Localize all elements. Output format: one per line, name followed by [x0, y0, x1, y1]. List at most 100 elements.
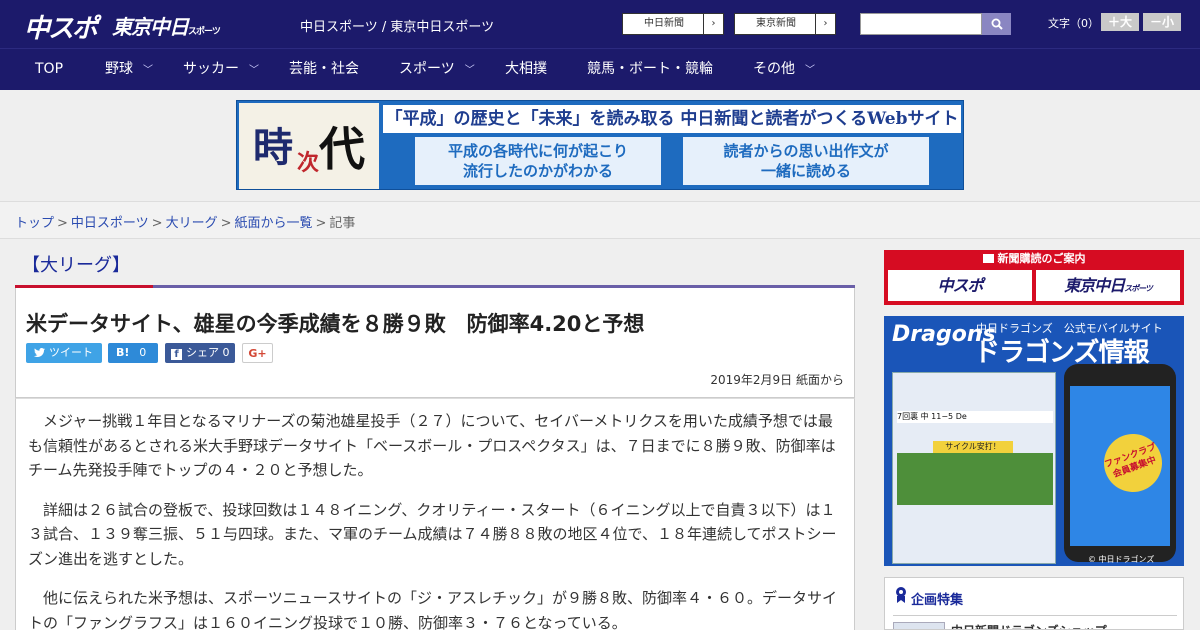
- article-title: 米データサイト、雄星の今季成績を８勝９敗 防御率4.20と予想: [26, 312, 645, 336]
- chunichi-shimbun-link[interactable]: 中日新聞 ›: [622, 13, 724, 35]
- hatena-count: 0: [139, 346, 147, 359]
- breadcrumb-bar: トップ > 中日スポーツ > 大リーグ > 紙面から一覧 > 記事: [0, 201, 1200, 239]
- facebook-icon: f: [171, 349, 182, 360]
- site-title: 中日スポーツ / 東京中日スポーツ: [300, 20, 495, 35]
- article-paragraph: メジャー挑戦１年目となるマリナーズの菊池雄星投手（２７）について、セイバーメトリ…: [28, 412, 836, 479]
- baseball-field-image: [897, 453, 1053, 505]
- nav-item-soccer[interactable]: サッカー ﹀: [183, 49, 259, 90]
- dragons-ad-score: 7回裏 中 11−5 De: [897, 411, 1053, 423]
- subscription-box: 新聞購読のご案内 中スポ 東京中日スポーツ: [884, 250, 1184, 305]
- site-header: 中スポ 東京中日スポーツ 中日スポーツ / 東京中日スポーツ 中日新聞 › 東京…: [0, 0, 1200, 48]
- tokyo-shimbun-label: 東京新聞: [756, 18, 796, 29]
- category-heading: 【大リーグ】: [22, 255, 130, 276]
- article-header: 米データサイト、雄星の今季成績を８勝９敗 防御率4.20と予想 ツイート B! …: [15, 288, 855, 398]
- breadcrumb-link-chunichi-sports[interactable]: 中日スポーツ: [71, 216, 149, 231]
- nav-item-label: サッカー: [183, 61, 239, 77]
- chunichi-shimbun-label: 中日新聞: [644, 18, 684, 29]
- subscribe-tokyo-chunichi-text: 東京中日: [1064, 276, 1125, 295]
- breadcrumb-separator: >: [151, 216, 163, 231]
- chuspo-logo[interactable]: 中スポ: [24, 8, 98, 45]
- dragons-ad-cycle: サイクル安打！: [933, 441, 1013, 453]
- chevron-right-icon: ›: [815, 14, 835, 34]
- breadcrumb-separator: >: [315, 216, 327, 231]
- subscribe-chuspo-button[interactable]: 中スポ: [888, 270, 1032, 301]
- nav-item-label: スポーツ: [399, 61, 455, 77]
- tokyo-chunichi-logo[interactable]: 東京中日スポーツ: [112, 11, 221, 40]
- nav-item-label: 大相撲: [505, 61, 547, 77]
- font-size-down-button[interactable]: －小: [1143, 13, 1181, 31]
- newspaper-icon: [982, 254, 994, 263]
- breadcrumb-current: 記事: [329, 216, 356, 231]
- chevron-down-icon: ﹀: [143, 65, 153, 76]
- facebook-share-label: シェア: [186, 346, 219, 359]
- article-paragraph: 詳細は２６試合の登板で、投球回数は１４８イニング、クオリティー・スタート（６イニ…: [28, 500, 837, 568]
- nav-item-sumo[interactable]: 大相撲: [505, 49, 547, 90]
- tokyo-chunichi-logo-text: 東京中日: [112, 15, 189, 39]
- jidai-logo: 時 次 代: [239, 103, 379, 189]
- search-icon: [991, 18, 1003, 30]
- subscribe-tokyo-chunichi-small: スポーツ: [1124, 284, 1153, 293]
- main-nav: TOP 野球 ﹀ サッカー ﹀ 芸能・社会 スポーツ ﹀ 大相撲 競馬・ボート・競輪 …: [0, 48, 1200, 90]
- nav-item-label: 競馬・ボート・競輪: [587, 61, 713, 77]
- jidai-logo-char: 時: [253, 124, 293, 171]
- banner-headline: 「平成」の歴史と「未来」を読み取る 中日新聞と読者がつくるWebサイト: [383, 105, 961, 133]
- dragons-ad-screen: 7回裏 中 11−5 De サイクル安打！: [892, 372, 1056, 564]
- breadcrumb-separator: >: [57, 216, 68, 231]
- feature-title: 企画特集: [911, 593, 964, 608]
- chevron-down-icon: ﹀: [805, 65, 815, 76]
- search-button[interactable]: [982, 13, 1011, 35]
- chevron-down-icon: ﹀: [464, 65, 475, 76]
- article-body: メジャー挑戦１年目となるマリナーズの菊池雄星投手（２７）について、セイバーメトリ…: [15, 398, 855, 630]
- jidai-logo-char: 代: [319, 122, 365, 176]
- breadcrumb-link-paper-list[interactable]: 紙面から一覧: [235, 216, 313, 231]
- feature-item-link[interactable]: 中日新聞ドラゴンズショップ: [951, 622, 1107, 629]
- subscription-heading-text: 新聞購読のご案内: [997, 252, 1086, 265]
- nav-item-label: その他: [753, 61, 795, 77]
- breadcrumb-link-top[interactable]: トップ: [15, 216, 54, 231]
- twitter-share-button[interactable]: ツイート: [26, 343, 102, 363]
- nav-item-label: TOP: [35, 61, 64, 77]
- subscribe-tokyo-chunichi-button[interactable]: 東京中日スポーツ: [1036, 270, 1180, 301]
- nav-item-other[interactable]: その他 ﹀: [753, 49, 815, 90]
- font-size-up-button[interactable]: ＋大: [1101, 13, 1139, 31]
- nav-item-top[interactable]: TOP: [35, 49, 63, 90]
- divider: [893, 615, 1177, 616]
- breadcrumb-separator: >: [220, 216, 232, 231]
- nav-item-racing[interactable]: 競馬・ボート・競輪: [587, 49, 713, 90]
- banner-box-line: 平成の各時代に何が起こり: [447, 142, 628, 160]
- banner-box-line: 流行したのかがわかる: [462, 162, 613, 180]
- subscription-heading: 新聞購読のご案内: [884, 250, 1184, 268]
- feature-box: 企画特集 中日新聞ドラゴンズショップ: [884, 577, 1184, 630]
- jidai-banner-ad[interactable]: 時 次 代 「平成」の歴史と「未来」を読み取る 中日新聞と読者がつくるWebサイ…: [236, 100, 964, 190]
- ribbon-icon: [895, 586, 907, 604]
- smartphone-image: ファンクラブ 会員募集中: [1064, 364, 1176, 562]
- breadcrumb: トップ > 中日スポーツ > 大リーグ > 紙面から一覧 > 記事: [15, 212, 355, 231]
- twitter-share-label: ツイート: [49, 346, 93, 359]
- nav-item-sports[interactable]: スポーツ ﹀: [399, 49, 475, 90]
- banner-box-left: 平成の各時代に何が起こり 流行したのかがわかる: [415, 137, 661, 185]
- banner-box-right: 読者からの思い出作文が 一緒に読める: [683, 137, 929, 185]
- facebook-share-button[interactable]: f シェア 0: [165, 343, 235, 363]
- nav-item-entertainment[interactable]: 芸能・社会: [289, 49, 359, 90]
- google-plus-button[interactable]: G+: [242, 343, 273, 363]
- hatena-label: B!: [116, 346, 130, 359]
- chevron-down-icon: ﹀: [249, 65, 259, 76]
- dragons-copyright: © 中日ドラゴンズ: [1088, 555, 1155, 564]
- tokyo-shimbun-link[interactable]: 東京新聞 ›: [734, 13, 836, 35]
- facebook-count: 0: [222, 346, 230, 359]
- chevron-right-icon: ›: [703, 14, 723, 34]
- breadcrumb-link-mlb[interactable]: 大リーグ: [166, 216, 218, 231]
- banner-box-line: 読者からの思い出作文が: [723, 142, 889, 160]
- search-input[interactable]: [860, 13, 982, 35]
- article-paragraph: 他に伝えられた米予想は、スポーツニュースサイトの「ジ・アスレチック」が９勝８敗、…: [28, 589, 837, 630]
- nav-item-label: 野球: [105, 61, 133, 77]
- article-date: 2019年2月9日 紙面から: [710, 373, 844, 387]
- nav-item-baseball[interactable]: 野球 ﹀: [105, 49, 153, 90]
- hatena-bookmark-button[interactable]: B! 0: [108, 343, 158, 363]
- font-size-label: 文字（0）: [1048, 17, 1099, 30]
- feature-thumbnail[interactable]: [893, 622, 945, 629]
- jidai-logo-char: 次: [297, 150, 320, 176]
- nav-item-label: 芸能・社会: [289, 61, 359, 77]
- dragons-mobile-ad[interactable]: Dragons 中日ドラゴンズ 公式モバイルサイト ドラゴンズ情報 7回裏 中 …: [884, 316, 1184, 566]
- twitter-icon: [34, 348, 45, 357]
